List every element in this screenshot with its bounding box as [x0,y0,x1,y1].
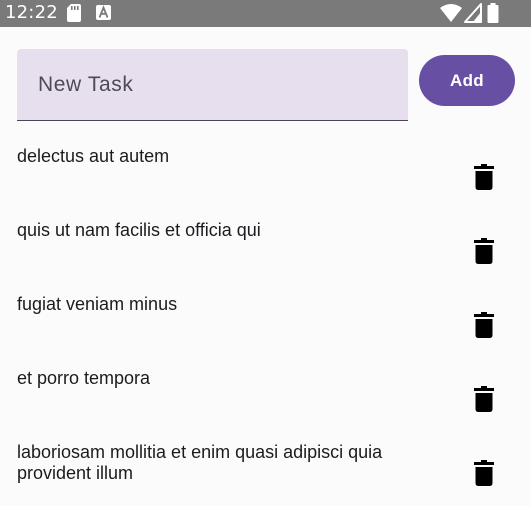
trash-icon [474,312,494,338]
task-text: et porro tempora [17,368,151,388]
new-task-input[interactable] [17,49,408,120]
delete-task-button[interactable] [462,450,506,494]
delete-task-button[interactable] [462,228,506,272]
add-task-button[interactable]: Add [419,55,515,106]
task-row: delectus aut autem [0,140,531,210]
delete-task-button[interactable] [462,376,506,420]
status-time: 12:22 [5,2,58,23]
task-text: fugiat veniam minus [17,294,178,314]
task-row: fugiat veniam minus [0,288,531,358]
signal-icon [464,3,482,28]
trash-icon [474,238,494,264]
wifi-icon [440,3,462,28]
a-notification-icon [96,5,111,25]
delete-task-button[interactable] [462,154,506,198]
new-task-field[interactable] [17,49,408,121]
status-bar: 12:22 [0,0,531,27]
sd-card-icon [67,4,81,27]
task-row: et porro tempora [0,362,531,432]
trash-icon [474,460,494,486]
task-text: laboriosam mollitia et enim quasi adipis… [17,442,383,483]
trash-icon [474,386,494,412]
task-row: quis ut nam facilis et officia qui [0,214,531,284]
trash-icon [474,164,494,190]
battery-icon [487,3,499,28]
task-text: delectus aut autem [17,146,170,166]
delete-task-button[interactable] [462,302,506,346]
task-text: quis ut nam facilis et officia qui [17,220,261,240]
